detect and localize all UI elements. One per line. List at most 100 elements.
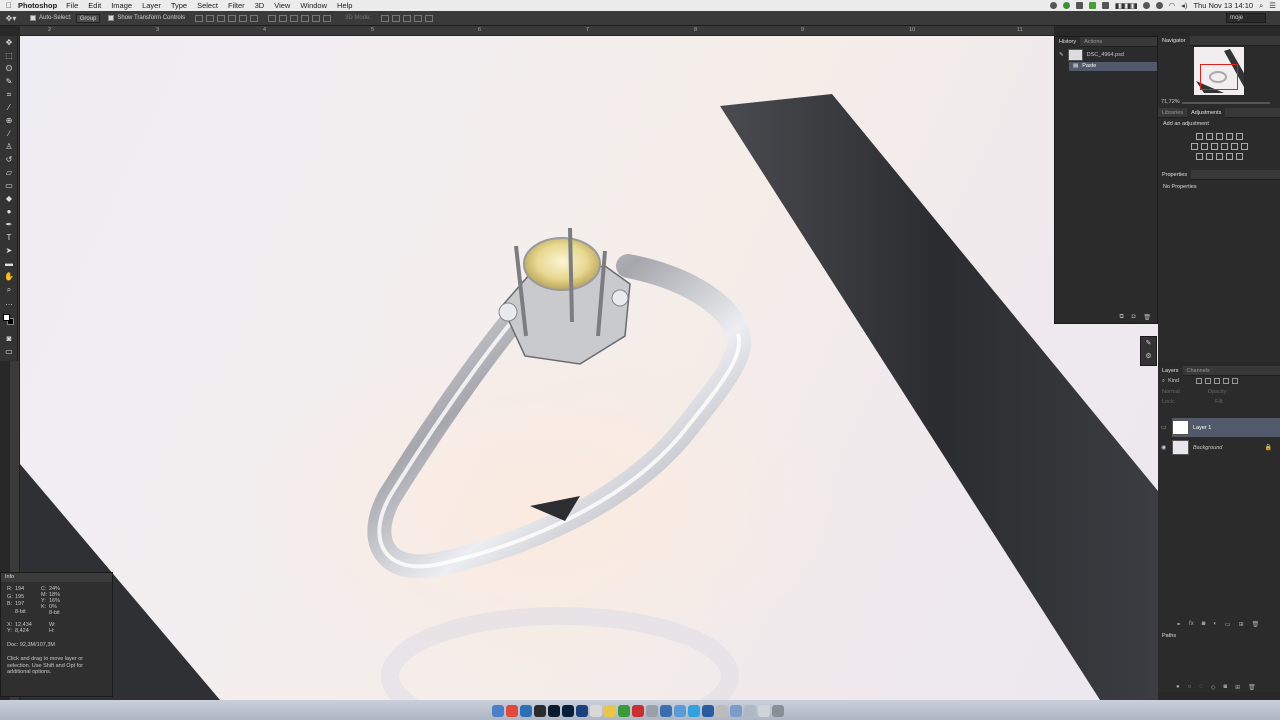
- move-tool-preset-icon[interactable]: ✥▾: [0, 14, 22, 23]
- gradient-map-icon[interactable]: [1235, 153, 1243, 160]
- marquee-tool-icon[interactable]: ⬚: [0, 49, 18, 62]
- trash-icon[interactable]: [772, 705, 784, 717]
- horizontal-ruler[interactable]: 2 3 4 5 6 7 8 9 10 11: [20, 26, 1054, 36]
- auto-select-checkbox[interactable]: [30, 15, 36, 21]
- visibility-toggle[interactable]: ▭: [1161, 424, 1167, 431]
- premiere-icon[interactable]: [576, 705, 588, 717]
- menu-help[interactable]: Help: [337, 1, 352, 10]
- brightness-contrast-icon[interactable]: [1195, 133, 1203, 140]
- bridge-icon[interactable]: [548, 705, 560, 717]
- exposure-icon[interactable]: [1225, 133, 1233, 140]
- 3d-scale-icon[interactable]: [425, 14, 434, 22]
- eye-icon[interactable]: ◉: [1161, 444, 1166, 451]
- history-step[interactable]: ▤ Paste: [1069, 62, 1157, 71]
- auto-select-dropdown[interactable]: Group: [75, 13, 101, 23]
- link-layers-icon[interactable]: ⚭: [1176, 621, 1181, 628]
- eraser-tool-icon[interactable]: ▱: [0, 166, 18, 179]
- menu-select[interactable]: Select: [197, 1, 218, 10]
- color-balance-icon[interactable]: [1200, 143, 1208, 150]
- layer-row-background[interactable]: ◉ Background 🔒: [1161, 438, 1280, 457]
- history-snapshot[interactable]: ✎ DSC_4964.psd: [1055, 47, 1157, 62]
- app-store-icon[interactable]: [618, 705, 630, 717]
- quick-mask-icon[interactable]: ◙: [0, 332, 18, 345]
- wifi-icon[interactable]: ◠: [1169, 1, 1176, 10]
- filter-type-icon[interactable]: [1214, 378, 1221, 384]
- move-tool-icon[interactable]: ✥: [0, 36, 18, 49]
- quick-select-tool-icon[interactable]: ✎: [0, 75, 18, 88]
- navigator-thumbnail[interactable]: [1194, 47, 1244, 95]
- 3d-slide-icon[interactable]: [414, 14, 423, 22]
- stroke-path-icon[interactable]: ○: [1188, 684, 1192, 691]
- trash-icon[interactable]: 🗑: [1143, 314, 1151, 321]
- lasso-tool-icon[interactable]: ʘ: [0, 62, 18, 75]
- new-path-icon[interactable]: ⊞: [1235, 684, 1240, 691]
- menu-window[interactable]: Window: [300, 1, 327, 10]
- vibrance-icon[interactable]: [1235, 133, 1243, 140]
- screen-mode-icon[interactable]: ▭: [0, 345, 18, 358]
- camera-snapshot-icon[interactable]: ◘: [1132, 314, 1136, 321]
- music-icon[interactable]: [632, 705, 644, 717]
- 3d-drag-icon[interactable]: [403, 14, 412, 22]
- filter-adjustment-icon[interactable]: [1205, 378, 1212, 384]
- path-select-tool-icon[interactable]: ➤: [0, 244, 18, 257]
- posterize-icon[interactable]: [1205, 153, 1213, 160]
- distribute-bottom-icon[interactable]: [290, 14, 299, 22]
- history-brush-tool-icon[interactable]: ↺: [0, 153, 18, 166]
- dropbox-icon[interactable]: [702, 705, 714, 717]
- blend-mode-dropdown[interactable]: Normal: [1162, 389, 1180, 395]
- dodge-tool-icon[interactable]: ●: [0, 205, 18, 218]
- align-left-icon[interactable]: [228, 14, 237, 22]
- menu-file[interactable]: File: [66, 1, 78, 10]
- tab-paths[interactable]: Paths: [1158, 632, 1280, 640]
- app-menu[interactable]: Photoshop: [18, 1, 57, 10]
- filter-pixel-icon[interactable]: [1196, 378, 1203, 384]
- clock[interactable]: Thu Nov 13 14:10: [1193, 1, 1253, 10]
- tool-presets-icon[interactable]: ⚙: [1141, 350, 1156, 363]
- levels-icon[interactable]: [1205, 133, 1213, 140]
- system-prefs-icon[interactable]: [646, 705, 658, 717]
- 3d-roll-icon[interactable]: [392, 14, 401, 22]
- menu-filter[interactable]: Filter: [228, 1, 245, 10]
- menu-edit[interactable]: Edit: [88, 1, 101, 10]
- menu-3d[interactable]: 3D: [255, 1, 265, 10]
- filter-smart-object-icon[interactable]: [1232, 378, 1239, 384]
- document-canvas[interactable]: [20, 36, 1158, 700]
- tab-layers[interactable]: Layers: [1158, 365, 1183, 376]
- navigator-zoom-value[interactable]: 71,72%: [1161, 99, 1180, 105]
- volume-icon[interactable]: ◂): [1181, 1, 1187, 10]
- type-tool-icon[interactable]: T: [0, 231, 18, 244]
- align-top-icon[interactable]: [195, 14, 204, 22]
- threshold-icon[interactable]: [1215, 153, 1223, 160]
- downloads-folder-icon[interactable]: [730, 705, 742, 717]
- pen-tool-icon[interactable]: ✒: [0, 218, 18, 231]
- clone-stamp-tool-icon[interactable]: ♙: [0, 140, 18, 153]
- new-layer-icon[interactable]: ⊞: [1239, 621, 1244, 628]
- tray-evernote-icon[interactable]: [1088, 2, 1096, 9]
- crop-tool-icon[interactable]: ⌗: [0, 88, 18, 101]
- tray-menu-icon[interactable]: [1101, 2, 1109, 9]
- delete-layer-icon[interactable]: 🗑: [1252, 621, 1260, 628]
- navigator-zoom-slider[interactable]: [1182, 102, 1270, 104]
- tray-timemachine-icon[interactable]: [1142, 2, 1150, 9]
- selective-color-icon[interactable]: [1225, 153, 1233, 160]
- file-stack-icon[interactable]: [758, 705, 770, 717]
- tab-navigator[interactable]: Navigator: [1158, 35, 1190, 46]
- tray-sync-icon[interactable]: [1062, 2, 1070, 9]
- chrome-icon[interactable]: [506, 705, 518, 717]
- new-group-icon[interactable]: ▭: [1225, 621, 1231, 628]
- finder-icon[interactable]: [492, 705, 504, 717]
- align-bottom-icon[interactable]: [217, 14, 226, 22]
- tray-status-icon[interactable]: [1049, 2, 1057, 9]
- delete-path-icon[interactable]: 🗑: [1248, 684, 1256, 691]
- fill-label[interactable]: Fill:: [1215, 399, 1224, 405]
- safari-icon[interactable]: [520, 705, 532, 717]
- preview-icon[interactable]: [590, 705, 602, 717]
- more-tools-icon[interactable]: …: [0, 296, 18, 309]
- layer-filter-kind[interactable]: Kind: [1168, 378, 1179, 384]
- adjustment-layer-icon[interactable]: ◐: [1213, 621, 1217, 628]
- workspace-switcher[interactable]: moje: [1226, 13, 1266, 23]
- spotlight-icon[interactable]: ⌕: [1259, 1, 1263, 11]
- align-middle-icon[interactable]: [206, 14, 215, 22]
- tray-app-icon[interactable]: [1075, 2, 1083, 9]
- add-mask-icon[interactable]: ◙: [1223, 684, 1227, 691]
